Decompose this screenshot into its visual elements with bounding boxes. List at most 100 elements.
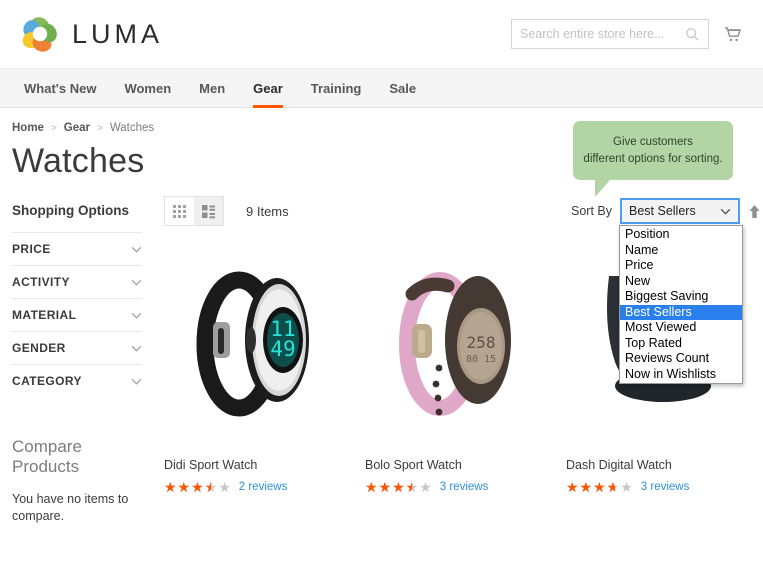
review-count-link[interactable]: 2 reviews	[239, 481, 288, 493]
product-rating: ★★★★★ ★★★★★ 3 reviews	[566, 480, 761, 494]
review-count-link[interactable]: 3 reviews	[641, 481, 690, 493]
sort-select[interactable]: Best Sellers	[620, 198, 740, 224]
product-card[interactable]: 258 80 15 Bolo Sport Watch ★★★★★ ★★★★★ 3…	[365, 231, 560, 494]
brand-name: LUMA	[72, 18, 164, 49]
item-count: 9 Items	[246, 203, 289, 219]
chevron-down-icon	[131, 378, 142, 385]
sort-option-best-sellers[interactable]: Best Sellers	[620, 304, 742, 320]
sort-option-new[interactable]: New	[620, 274, 742, 290]
sort-option-position[interactable]: Position	[620, 227, 742, 243]
black-silver-sport-watch-illustration: 11 49	[196, 271, 309, 417]
chevron-down-icon	[131, 312, 142, 319]
product-name[interactable]: Dash Digital Watch	[566, 458, 761, 472]
sort-by-label: Sort By	[571, 204, 612, 218]
search-icon[interactable]	[685, 27, 700, 42]
nav-item-sale[interactable]: Sale	[375, 69, 430, 107]
callout-line-1: Give customers	[613, 136, 693, 148]
compare-empty-text: You have no items to compare.	[12, 492, 129, 523]
nav-label: Women	[124, 80, 172, 96]
sidebar-filter-category[interactable]: CATEGORY	[12, 364, 142, 397]
sidebar: Shopping Options PRICE ACTIVITY MATERIAL…	[12, 195, 152, 525]
sort-dropdown-list[interactable]: Position Name Price New Biggest Saving B…	[619, 225, 743, 384]
chevron-down-icon	[720, 208, 731, 215]
product-rating: ★★★★★ ★★★★★ 3 reviews	[365, 480, 560, 494]
shopping-cart-glyph	[725, 27, 741, 42]
sort-option-reviews-count[interactable]: Reviews Count	[620, 351, 742, 367]
site-header: LUMA	[0, 0, 763, 68]
breadcrumb-home[interactable]: Home	[12, 122, 44, 134]
header-actions	[511, 19, 743, 49]
filter-label: GENDER	[12, 341, 66, 355]
nav-label: What's New	[24, 80, 97, 96]
sidebar-filter-price[interactable]: PRICE	[12, 232, 142, 265]
product-image-didi-sport-watch[interactable]: 11 49	[164, 231, 359, 446]
svg-text:258: 258	[466, 333, 495, 352]
nav-label: Gear	[253, 80, 283, 96]
search-input[interactable]	[520, 27, 685, 41]
chevron-down-icon	[131, 279, 142, 286]
cart-icon[interactable]	[723, 24, 743, 44]
star-rating-icon: ★★★★★ ★★★★★	[566, 480, 634, 494]
filter-label: ACTIVITY	[12, 275, 70, 289]
luma-flower-logo-icon	[22, 17, 57, 52]
nav-item-whats-new[interactable]: What's New	[10, 69, 110, 107]
nav-item-men[interactable]: Men	[185, 69, 239, 107]
breadcrumb-separator: >	[50, 122, 57, 134]
grid-view-icon[interactable]	[165, 197, 194, 225]
chevron-down-icon	[131, 246, 142, 253]
product-name[interactable]: Didi Sport Watch	[164, 458, 359, 472]
nav-item-women[interactable]: Women	[110, 69, 185, 107]
shopping-options-title: Shopping Options	[12, 203, 129, 218]
sidebar-filter-gender[interactable]: GENDER	[12, 331, 142, 364]
breadcrumb-gear[interactable]: Gear	[64, 122, 90, 134]
grid-glyph	[173, 204, 186, 218]
sort-selected-value: Best Sellers	[629, 204, 696, 218]
page-body: Shopping Options PRICE ACTIVITY MATERIAL…	[0, 181, 763, 525]
sort-direction-button[interactable]	[748, 204, 761, 219]
callout-line-2: different options for sorting.	[583, 152, 723, 165]
product-rating: ★★★★★ ★★★★★ 2 reviews	[164, 480, 359, 494]
stars-filled: ★★★★★	[164, 480, 211, 494]
view-mode-switcher	[164, 196, 224, 226]
sort-option-now-in-wishlists[interactable]: Now in Wishlists	[620, 367, 742, 383]
main-navigation: What's New Women Men Gear Training Sale	[0, 68, 763, 108]
star-rating-icon: ★★★★★ ★★★★★	[365, 480, 433, 494]
arrow-up-icon	[749, 204, 760, 218]
list-view-icon[interactable]	[194, 197, 223, 225]
filter-label: MATERIAL	[12, 308, 77, 322]
logo[interactable]: LUMA	[20, 14, 163, 54]
nav-label: Training	[310, 80, 362, 96]
filter-label: PRICE	[12, 242, 51, 256]
stars-filled: ★★★★★	[566, 480, 615, 494]
breadcrumb-separator: >	[97, 122, 103, 134]
sort-controls: Sort By Best Sellers Position Name Price…	[571, 198, 761, 384]
filter-label: CATEGORY	[12, 374, 82, 388]
compare-products-title: Compare Products	[12, 437, 82, 476]
product-name[interactable]: Bolo Sport Watch	[365, 458, 560, 472]
list-glyph	[202, 204, 215, 218]
nav-item-gear[interactable]: Gear	[239, 69, 297, 108]
svg-text:49: 49	[270, 337, 295, 361]
sort-option-price[interactable]: Price	[620, 258, 742, 274]
pink-brown-sport-watch-illustration: 258 80 15	[398, 272, 511, 416]
sort-option-biggest-saving[interactable]: Biggest Saving	[620, 289, 742, 305]
sidebar-filter-material[interactable]: MATERIAL	[12, 298, 142, 331]
product-card[interactable]: 11 49 Didi Sport Watch ★★★★★ ★★★★★ 2 rev…	[164, 231, 359, 494]
search-box[interactable]	[511, 19, 709, 49]
sort-option-top-rated[interactable]: Top Rated	[620, 336, 742, 352]
nav-item-training[interactable]: Training	[297, 69, 376, 107]
product-toolbar: 9 Items Sort By Best Sellers Position Na…	[164, 195, 761, 384]
stars-filled: ★★★★★	[365, 480, 412, 494]
svg-text:80 15: 80 15	[465, 354, 495, 365]
chevron-down-icon	[131, 345, 142, 352]
sidebar-filter-activity[interactable]: ACTIVITY	[12, 265, 142, 298]
sort-option-most-viewed[interactable]: Most Viewed	[620, 320, 742, 336]
star-rating-icon: ★★★★★ ★★★★★	[164, 480, 232, 494]
review-count-link[interactable]: 3 reviews	[440, 481, 489, 493]
sorting-callout-tooltip: Give customers different options for sor…	[573, 121, 733, 198]
product-image-bolo-sport-watch[interactable]: 258 80 15	[365, 231, 560, 446]
nav-label: Sale	[389, 80, 417, 96]
nav-label: Men	[199, 80, 226, 96]
sort-option-name[interactable]: Name	[620, 243, 742, 259]
product-list-area: 9 Items Sort By Best Sellers Position Na…	[152, 195, 761, 525]
